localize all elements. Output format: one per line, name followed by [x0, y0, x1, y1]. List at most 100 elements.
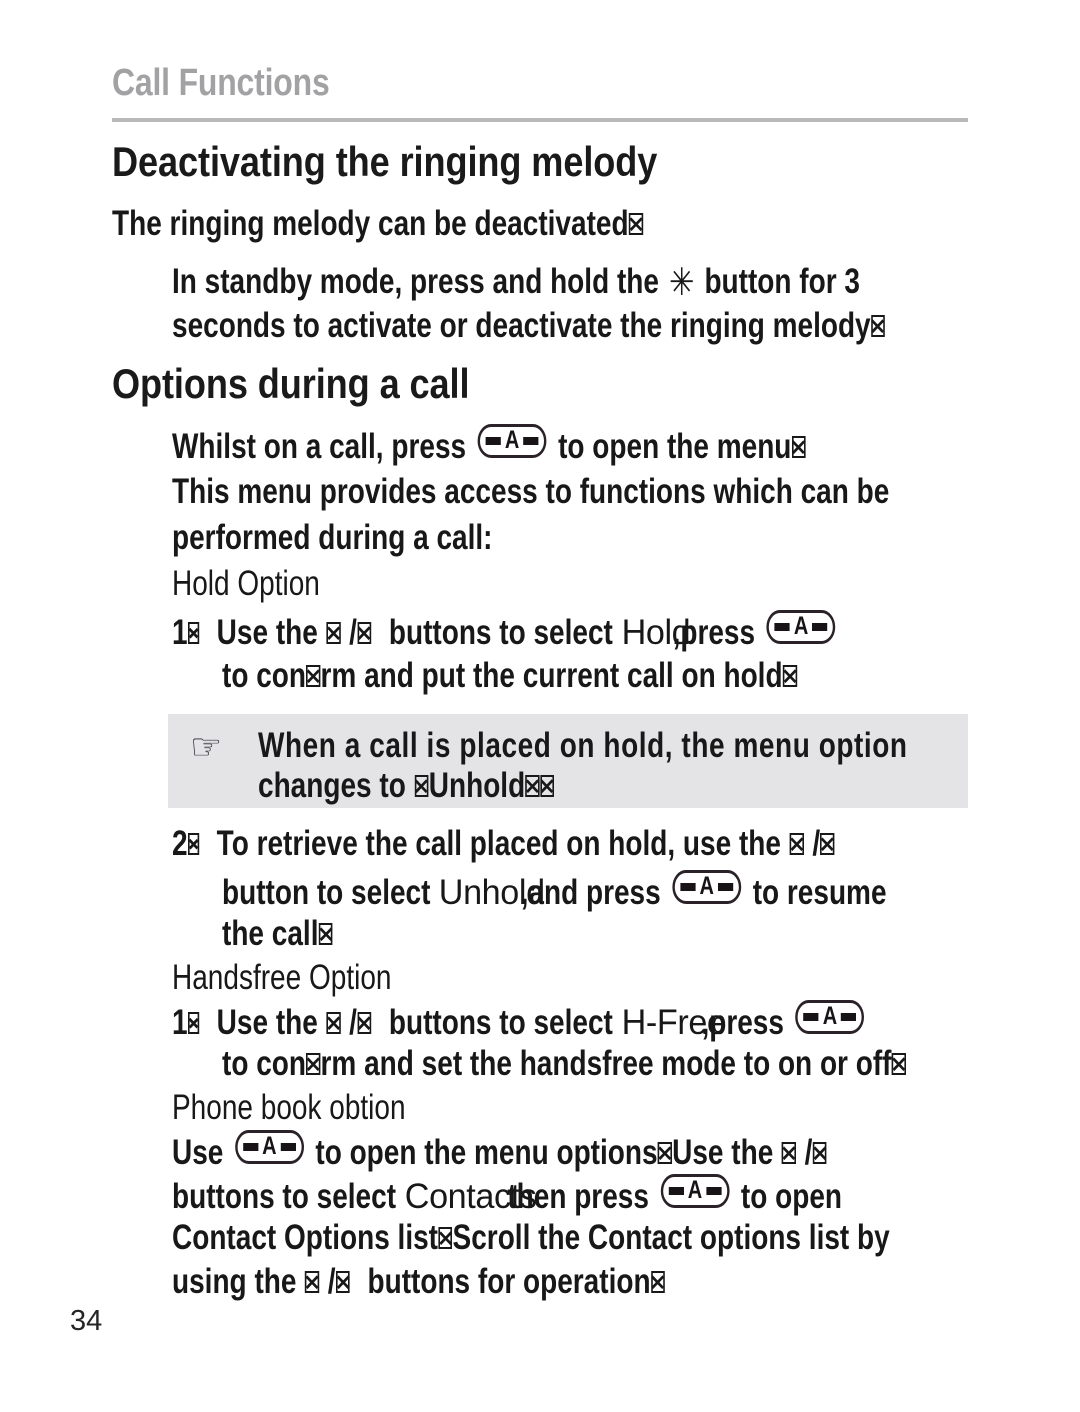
subheading-handsfree-option: Handsfree Option [172, 958, 391, 998]
missing-glyph-period [657, 1142, 672, 1164]
whilst-line: Whilst on a call, press Ato open the menu [172, 424, 806, 467]
hold-step-text-b: buttons to select [388, 613, 613, 652]
retrieve-step-number: 2 [172, 824, 188, 863]
nav-down-arrow-icon [357, 1012, 372, 1034]
phonebook-line-3: Contact Options list Scroll the Contact o… [172, 1218, 890, 1258]
menu-key-icon: A [660, 1174, 730, 1208]
menu-label-contacts: Contacts [404, 1177, 537, 1216]
subheading-hold-option: Hold Option [172, 564, 320, 604]
header-divider [112, 118, 968, 122]
missing-glyph-period [628, 213, 643, 235]
phonebook-separator: / [804, 1133, 813, 1172]
nav-down-arrow-icon [820, 833, 835, 855]
menu-access-line-2: performed during a call: [172, 518, 493, 558]
missing-glyph-period [650, 1271, 665, 1293]
retrieve-step-2-cont-2: the call [222, 914, 333, 954]
note-text-line-1: When a call is placed on hold, the menu … [258, 726, 908, 766]
intro-line: The ringing melody can be deactivated [112, 204, 643, 244]
note-text-line-2: changes to Unhold [258, 766, 555, 806]
hold-step-separator: / [349, 613, 357, 652]
phonebook-text-a: Use [172, 1133, 224, 1172]
standby-text-c: seconds to activate or deactivate the ri… [172, 306, 871, 345]
page-number: 34 [70, 1305, 103, 1337]
whilst-text-b: to open the menu [558, 427, 792, 466]
handsfree-text-b: buttons to select [388, 1003, 613, 1042]
retrieve-text-d: to resume [752, 873, 887, 912]
phonebook-separator: / [327, 1262, 336, 1301]
missing-glyph-period [891, 1053, 906, 1075]
hold-step-number: 1 [172, 613, 188, 652]
handsfree-step-1: 1 Use the / buttons to select H-Free, press A [172, 1000, 868, 1043]
handsfree-separator: / [349, 1003, 357, 1042]
nav-up-arrow-icon [781, 1142, 796, 1164]
phonebook-text-d: buttons to select [172, 1177, 397, 1216]
nav-up-arrow-icon [305, 1271, 320, 1293]
missing-glyph-period [438, 1227, 453, 1249]
running-header: Call Functions [112, 62, 330, 104]
hold-step-text-d-pre: to con [222, 656, 306, 695]
phonebook-text-b: to open the menu options [315, 1133, 658, 1172]
hold-step-text-a: Use the [216, 613, 318, 652]
handsfree-step-number: 1 [172, 1003, 188, 1042]
note-text-2-pre: changes to [258, 766, 406, 805]
nav-up-arrow-icon [789, 833, 804, 855]
hold-option-title: Hold Option [172, 564, 320, 603]
standby-line-2: seconds to activate or deactivate the ri… [172, 306, 885, 346]
handsfree-text-a: Use the [216, 1003, 318, 1042]
menu-access-text-2: performed during a call: [172, 518, 493, 557]
missing-glyph-period [318, 923, 333, 945]
missing-glyph-period [187, 622, 200, 644]
standby-text-b: button for 3 [704, 262, 860, 301]
menu-key-icon: A [766, 610, 836, 644]
missing-glyph-period [187, 1012, 200, 1034]
menu-label-h-free: H-Free [621, 1003, 726, 1042]
missing-glyph-period [870, 315, 885, 337]
retrieve-step-2: 2 To retrieve the call placed on hold, us… [172, 824, 835, 864]
section-heading-options: Options during a call [112, 360, 470, 407]
phonebook-line-4: using the / buttons for operation [172, 1262, 665, 1302]
retrieve-text-b: button to select [222, 873, 431, 912]
missing-glyph-period [540, 775, 555, 797]
hold-step-text-c: press [680, 613, 756, 652]
note-unhold-label: Unhold [428, 766, 526, 805]
menu-access-text-1: This menu provides access to functions w… [172, 472, 890, 511]
retrieve-text-e: the call [222, 914, 319, 953]
phonebook-line-1: Use Ato open the menu options Use the / [172, 1130, 827, 1173]
nav-up-arrow-icon [326, 622, 341, 644]
missing-glyph-period [187, 833, 200, 855]
menu-access-line-1: This menu provides access to functions w… [172, 472, 889, 512]
menu-key-icon: A [234, 1130, 304, 1164]
phonebook-text-h: Scroll the Contact options list by [452, 1218, 890, 1257]
standby-text-a: In standby mode, press and hold the [172, 262, 659, 301]
phonebook-text-g: Contact Options list [172, 1218, 438, 1257]
nav-down-arrow-icon [335, 1271, 350, 1293]
handsfree-step-1-cont: to con rm and set the handsfree mode to o… [222, 1044, 906, 1084]
menu-key-icon: A [795, 1000, 865, 1034]
missing-glyph-period [791, 436, 806, 458]
handsfree-text-d-post: rm and set the handsfree mode to on or o… [320, 1044, 892, 1083]
standby-line-1: In standby mode, press and hold the ✳ butt… [172, 262, 860, 304]
menu-key-icon: A [477, 424, 547, 458]
phonebook-title: Phone book obtion [172, 1088, 406, 1127]
missing-glyph-quote-close [525, 775, 540, 797]
retrieve-step-2-cont-1: button to select Unhold, and press Ato resu… [222, 870, 887, 913]
hold-step-1: 1 Use the / buttons to select Hold, press A [172, 610, 839, 653]
missing-glyph-quote-open [414, 775, 429, 797]
note-callout-box: ☞ When a call is placed on hold, the men… [168, 714, 968, 808]
phonebook-text-i: using the [172, 1262, 297, 1301]
phonebook-line-2: buttons to select Contacts then press Ato o… [172, 1174, 842, 1217]
whilst-text-a: Whilst on a call, press [172, 427, 467, 466]
intro-text: The ringing melody can be deactivated [112, 204, 629, 243]
missing-glyph-fi-ligature [306, 1053, 321, 1075]
missing-glyph-fi-ligature [306, 665, 321, 687]
note-text-1: When a call is placed on hold, the menu … [258, 726, 908, 765]
phonebook-text-f: to open [740, 1177, 843, 1216]
pointing-hand-icon: ☞ [190, 727, 223, 768]
menu-key-icon: A [672, 870, 742, 904]
menu-label-hold: Hold [621, 613, 690, 652]
nav-up-arrow-icon [326, 1012, 341, 1034]
handsfree-text-d-pre: to con [222, 1044, 306, 1083]
retrieve-separator: / [812, 824, 821, 863]
nav-down-arrow-icon [812, 1142, 827, 1164]
retrieve-text-c: and press [528, 873, 661, 912]
